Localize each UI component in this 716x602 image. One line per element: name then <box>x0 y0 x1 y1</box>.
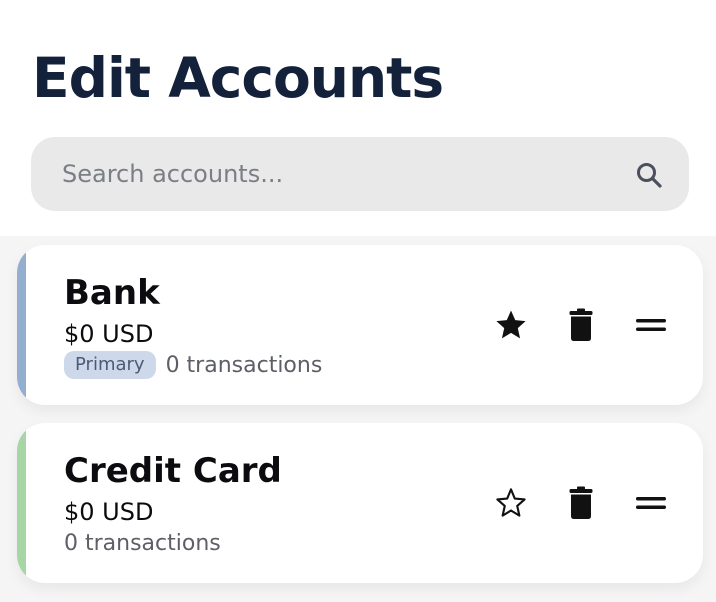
account-card-credit-card[interactable]: Credit Card $0 USD 0 transactions <box>17 423 703 583</box>
trash-icon <box>569 308 593 341</box>
account-color-stripe <box>17 245 26 405</box>
account-name: Bank <box>64 273 160 313</box>
delete-button[interactable] <box>561 483 601 523</box>
drag-handle-icon <box>636 497 666 509</box>
reorder-handle[interactable] <box>631 483 671 523</box>
primary-badge: Primary <box>64 351 156 379</box>
search-icon[interactable] <box>635 161 663 189</box>
account-meta: Primary 0 transactions <box>64 349 322 381</box>
account-name: Credit Card <box>64 451 282 491</box>
account-balance: $0 USD <box>64 320 154 348</box>
account-meta: 0 transactions <box>64 527 221 559</box>
star-filled-icon <box>496 310 526 339</box>
account-card-bank[interactable]: Bank $0 USD Primary 0 transactions <box>17 245 703 405</box>
search-input[interactable] <box>62 137 622 211</box>
favorite-button[interactable] <box>491 305 531 345</box>
trash-icon <box>569 486 593 519</box>
drag-handle-icon <box>636 319 666 331</box>
header: Edit Accounts <box>0 0 716 236</box>
transaction-count: 0 transactions <box>165 352 323 378</box>
delete-button[interactable] <box>561 305 601 345</box>
reorder-handle[interactable] <box>631 305 671 345</box>
account-color-stripe <box>17 423 26 583</box>
account-list: Bank $0 USD Primary 0 transactions Credi… <box>0 236 716 602</box>
transaction-count: 0 transactions <box>64 530 221 556</box>
search-bar[interactable] <box>31 137 689 211</box>
page-title: Edit Accounts <box>32 46 444 110</box>
favorite-button[interactable] <box>491 483 531 523</box>
star-outline-icon <box>496 488 526 517</box>
account-balance: $0 USD <box>64 498 154 526</box>
